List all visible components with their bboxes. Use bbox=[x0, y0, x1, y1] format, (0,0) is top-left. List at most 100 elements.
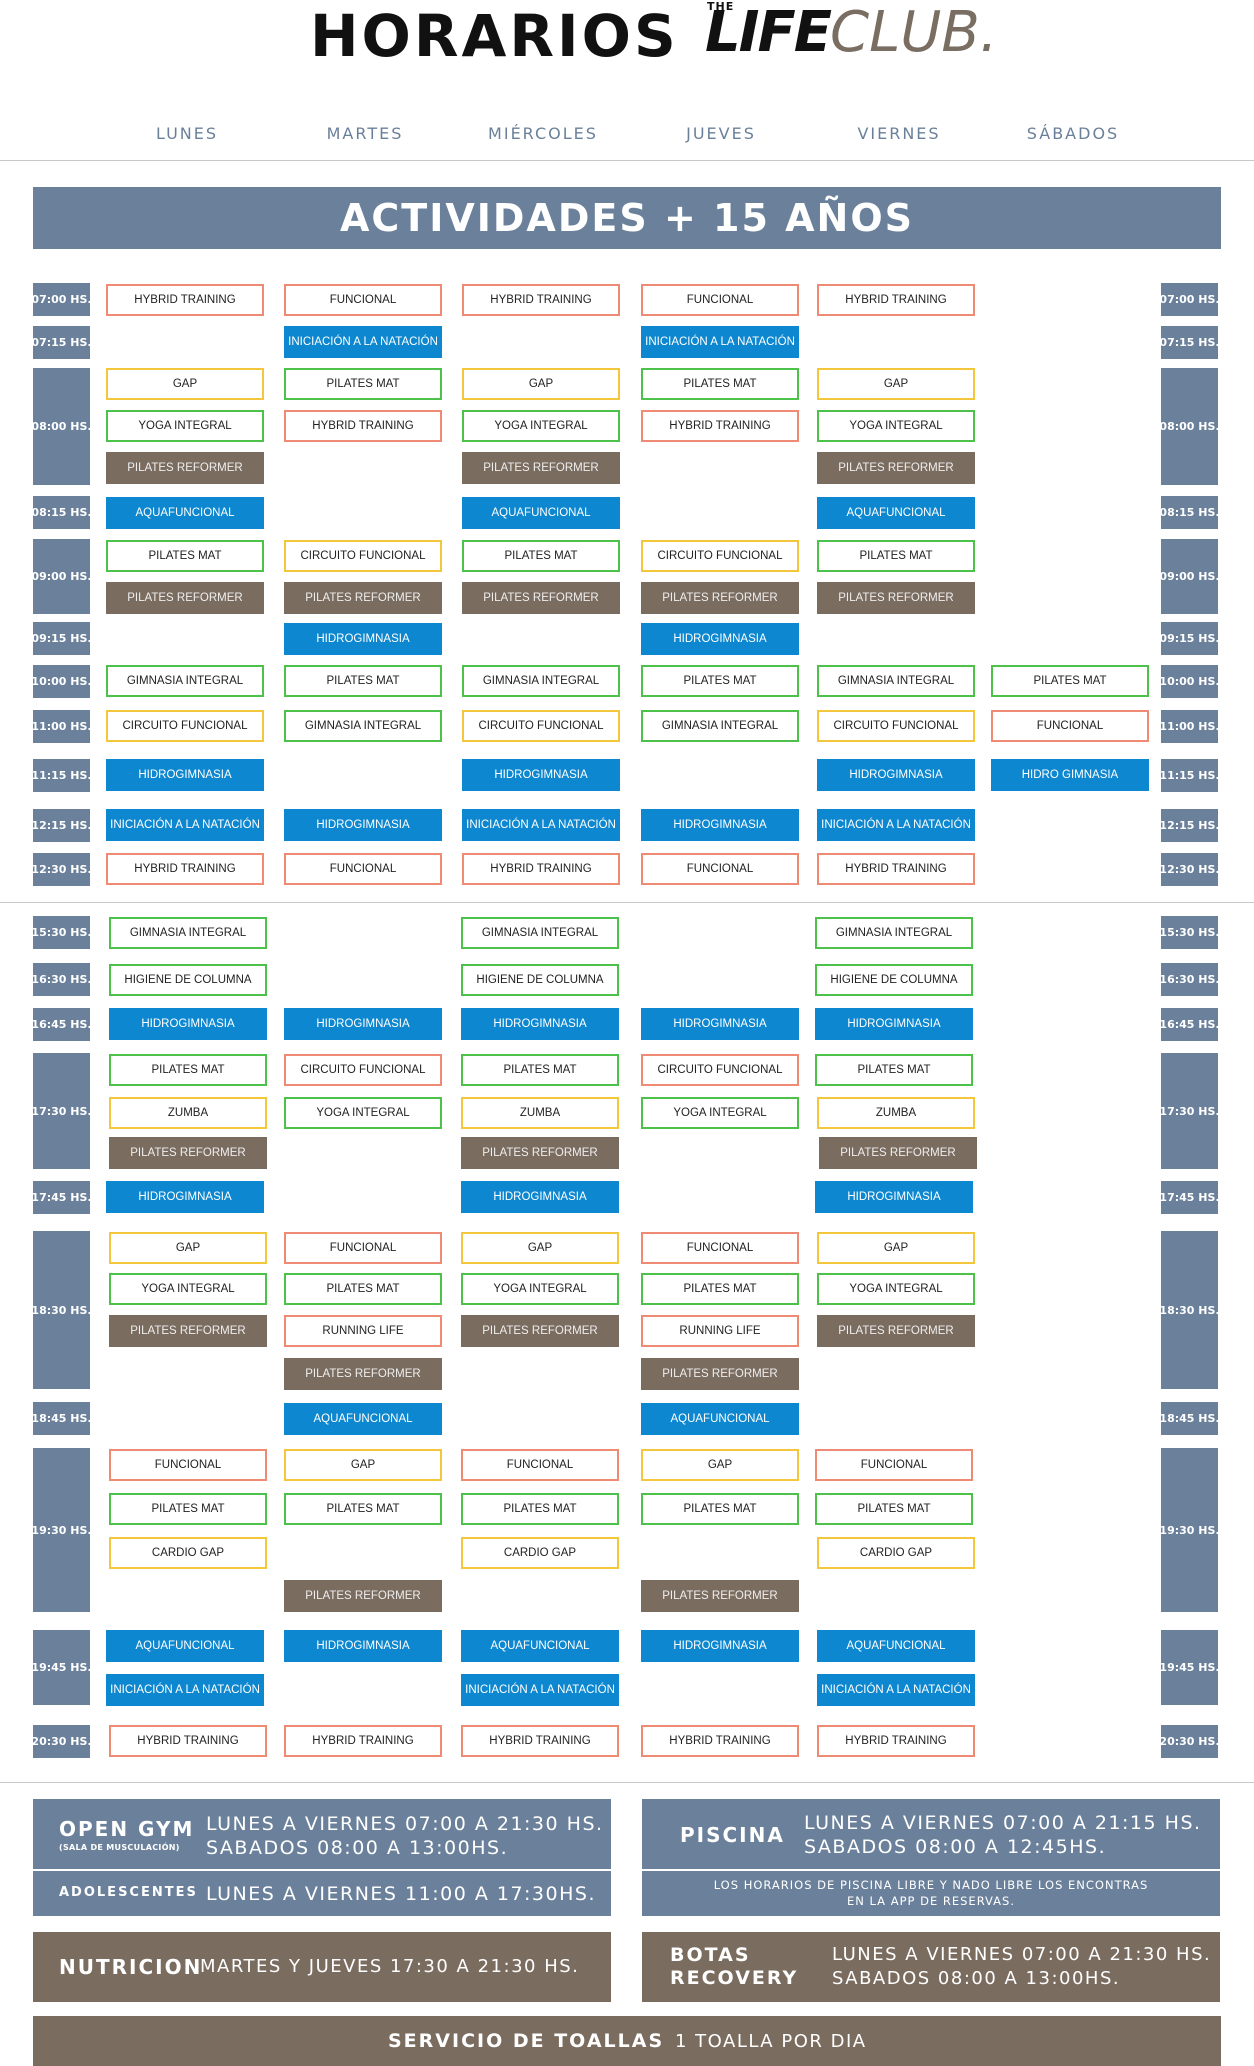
class-block[interactable]: PILATES MAT bbox=[284, 1273, 442, 1305]
class-block[interactable]: INICIACIÓN A LA NATACIÓN bbox=[461, 1674, 619, 1706]
class-block[interactable]: AQUAFUNCIONAL bbox=[284, 1403, 442, 1435]
class-block[interactable]: CIRCUITO FUNCIONAL bbox=[641, 540, 799, 572]
class-block[interactable]: PILATES REFORMER bbox=[462, 582, 620, 614]
class-block[interactable]: GAP bbox=[461, 1232, 619, 1264]
class-block[interactable]: INICIACIÓN A LA NATACIÓN bbox=[284, 326, 442, 358]
class-block[interactable]: AQUAFUNCIONAL bbox=[106, 497, 264, 529]
class-block[interactable]: INICIACIÓN A LA NATACIÓN bbox=[817, 1674, 975, 1706]
class-block[interactable]: HIDROGIMNASIA bbox=[284, 809, 442, 841]
class-block[interactable]: CIRCUITO FUNCIONAL bbox=[284, 1054, 442, 1086]
class-block[interactable]: YOGA INTEGRAL bbox=[284, 1097, 442, 1129]
class-block[interactable]: CIRCUITO FUNCIONAL bbox=[641, 1054, 799, 1086]
class-block[interactable]: HYBRID TRAINING bbox=[284, 1725, 442, 1757]
class-block[interactable]: INICIACIÓN A LA NATACIÓN bbox=[817, 809, 975, 841]
class-block[interactable]: HYBRID TRAINING bbox=[106, 853, 264, 885]
class-block[interactable]: PILATES MAT bbox=[641, 1493, 799, 1525]
class-block[interactable]: HIDROGIMNASIA bbox=[817, 759, 975, 791]
class-block[interactable]: HIDROGIMNASIA bbox=[284, 1630, 442, 1662]
class-block[interactable]: PILATES REFORMER bbox=[641, 1358, 799, 1390]
class-block[interactable]: YOGA INTEGRAL bbox=[817, 1273, 975, 1305]
class-block[interactable]: CARDIO GAP bbox=[461, 1537, 619, 1569]
class-block[interactable]: PILATES MAT bbox=[815, 1493, 973, 1525]
class-block[interactable]: ZUMBA bbox=[817, 1097, 975, 1129]
class-block[interactable]: PILATES MAT bbox=[462, 540, 620, 572]
class-block[interactable]: PILATES MAT bbox=[284, 665, 442, 697]
class-block[interactable]: AQUAFUNCIONAL bbox=[106, 1630, 264, 1662]
class-block[interactable]: CIRCUITO FUNCIONAL bbox=[284, 540, 442, 572]
class-block[interactable]: HIDROGIMNASIA bbox=[106, 1181, 264, 1213]
class-block[interactable]: HIDROGIMNASIA bbox=[462, 759, 620, 791]
class-block[interactable]: GIMNASIA INTEGRAL bbox=[462, 665, 620, 697]
class-block[interactable]: PILATES MAT bbox=[641, 665, 799, 697]
class-block[interactable]: HYBRID TRAINING bbox=[462, 853, 620, 885]
class-block[interactable]: HIDROGIMNASIA bbox=[109, 1008, 267, 1040]
class-block[interactable]: FUNCIONAL bbox=[284, 853, 442, 885]
class-block[interactable]: GAP bbox=[641, 1449, 799, 1481]
class-block[interactable]: YOGA INTEGRAL bbox=[106, 410, 264, 442]
class-block[interactable]: PILATES REFORMER bbox=[819, 1137, 977, 1169]
class-block[interactable]: HIGIENE DE COLUMNA bbox=[109, 964, 267, 996]
class-block[interactable]: PILATES REFORMER bbox=[462, 452, 620, 484]
class-block[interactable]: HYBRID TRAINING bbox=[817, 1725, 975, 1757]
class-block[interactable]: FUNCIONAL bbox=[109, 1449, 267, 1481]
class-block[interactable]: HYBRID TRAINING bbox=[284, 410, 442, 442]
class-block[interactable]: YOGA INTEGRAL bbox=[641, 1097, 799, 1129]
class-block[interactable]: RUNNING LIFE bbox=[284, 1315, 442, 1347]
class-block[interactable]: HIDROGIMNASIA bbox=[641, 1630, 799, 1662]
class-block[interactable]: HIDROGIMNASIA bbox=[815, 1181, 973, 1213]
class-block[interactable]: YOGA INTEGRAL bbox=[461, 1273, 619, 1305]
class-block[interactable]: AQUAFUNCIONAL bbox=[641, 1403, 799, 1435]
class-block[interactable]: PILATES REFORMER bbox=[461, 1315, 619, 1347]
class-block[interactable]: HIDROGIMNASIA bbox=[284, 623, 442, 655]
class-block[interactable]: YOGA INTEGRAL bbox=[817, 410, 975, 442]
class-block[interactable]: GAP bbox=[109, 1232, 267, 1264]
class-block[interactable]: GAP bbox=[106, 368, 264, 400]
class-block[interactable]: HIGIENE DE COLUMNA bbox=[461, 964, 619, 996]
class-block[interactable]: CARDIO GAP bbox=[109, 1537, 267, 1569]
class-block[interactable]: HIDROGIMNASIA bbox=[815, 1008, 973, 1040]
class-block[interactable]: PILATES MAT bbox=[461, 1493, 619, 1525]
class-block[interactable]: PILATES REFORMER bbox=[817, 582, 975, 614]
class-block[interactable]: HYBRID TRAINING bbox=[817, 284, 975, 316]
class-block[interactable]: CIRCUITO FUNCIONAL bbox=[462, 710, 620, 742]
class-block[interactable]: GIMNASIA INTEGRAL bbox=[817, 665, 975, 697]
class-block[interactable]: PILATES REFORMER bbox=[109, 1137, 267, 1169]
class-block[interactable]: GAP bbox=[817, 368, 975, 400]
class-block[interactable]: PILATES MAT bbox=[461, 1054, 619, 1086]
class-block[interactable]: GIMNASIA INTEGRAL bbox=[109, 917, 267, 949]
class-block[interactable]: PILATES REFORMER bbox=[461, 1137, 619, 1169]
class-block[interactable]: HYBRID TRAINING bbox=[462, 284, 620, 316]
class-block[interactable]: HIDRO GIMNASIA bbox=[991, 759, 1149, 791]
class-block[interactable]: GIMNASIA INTEGRAL bbox=[815, 917, 973, 949]
class-block[interactable]: PILATES MAT bbox=[641, 368, 799, 400]
class-block[interactable]: HIDROGIMNASIA bbox=[641, 809, 799, 841]
class-block[interactable]: GIMNASIA INTEGRAL bbox=[284, 710, 442, 742]
class-block[interactable]: PILATES MAT bbox=[106, 540, 264, 572]
class-block[interactable]: AQUAFUNCIONAL bbox=[462, 497, 620, 529]
class-block[interactable]: ZUMBA bbox=[109, 1097, 267, 1129]
class-block[interactable]: FUNCIONAL bbox=[284, 1232, 442, 1264]
class-block[interactable]: FUNCIONAL bbox=[461, 1449, 619, 1481]
class-block[interactable]: INICIACIÓN A LA NATACIÓN bbox=[106, 809, 264, 841]
class-block[interactable]: FUNCIONAL bbox=[284, 284, 442, 316]
class-block[interactable]: GIMNASIA INTEGRAL bbox=[461, 917, 619, 949]
class-block[interactable]: HIDROGIMNASIA bbox=[284, 1008, 442, 1040]
class-block[interactable]: AQUAFUNCIONAL bbox=[461, 1630, 619, 1662]
class-block[interactable]: HIDROGIMNASIA bbox=[641, 623, 799, 655]
class-block[interactable]: PILATES MAT bbox=[284, 368, 442, 400]
class-block[interactable]: YOGA INTEGRAL bbox=[109, 1273, 267, 1305]
class-block[interactable]: HYBRID TRAINING bbox=[109, 1725, 267, 1757]
class-block[interactable]: PILATES REFORMER bbox=[817, 1315, 975, 1347]
class-block[interactable]: PILATES REFORMER bbox=[106, 452, 264, 484]
class-block[interactable]: PILATES REFORMER bbox=[641, 582, 799, 614]
class-block[interactable]: PILATES REFORMER bbox=[109, 1315, 267, 1347]
class-block[interactable]: HIDROGIMNASIA bbox=[641, 1008, 799, 1040]
class-block[interactable]: GIMNASIA INTEGRAL bbox=[106, 665, 264, 697]
class-block[interactable]: GAP bbox=[462, 368, 620, 400]
class-block[interactable]: FUNCIONAL bbox=[991, 710, 1149, 742]
class-block[interactable]: PILATES MAT bbox=[991, 665, 1149, 697]
class-block[interactable]: FUNCIONAL bbox=[641, 1232, 799, 1264]
class-block[interactable]: INICIACIÓN A LA NATACIÓN bbox=[462, 809, 620, 841]
class-block[interactable]: AQUAFUNCIONAL bbox=[817, 497, 975, 529]
class-block[interactable]: GAP bbox=[284, 1449, 442, 1481]
